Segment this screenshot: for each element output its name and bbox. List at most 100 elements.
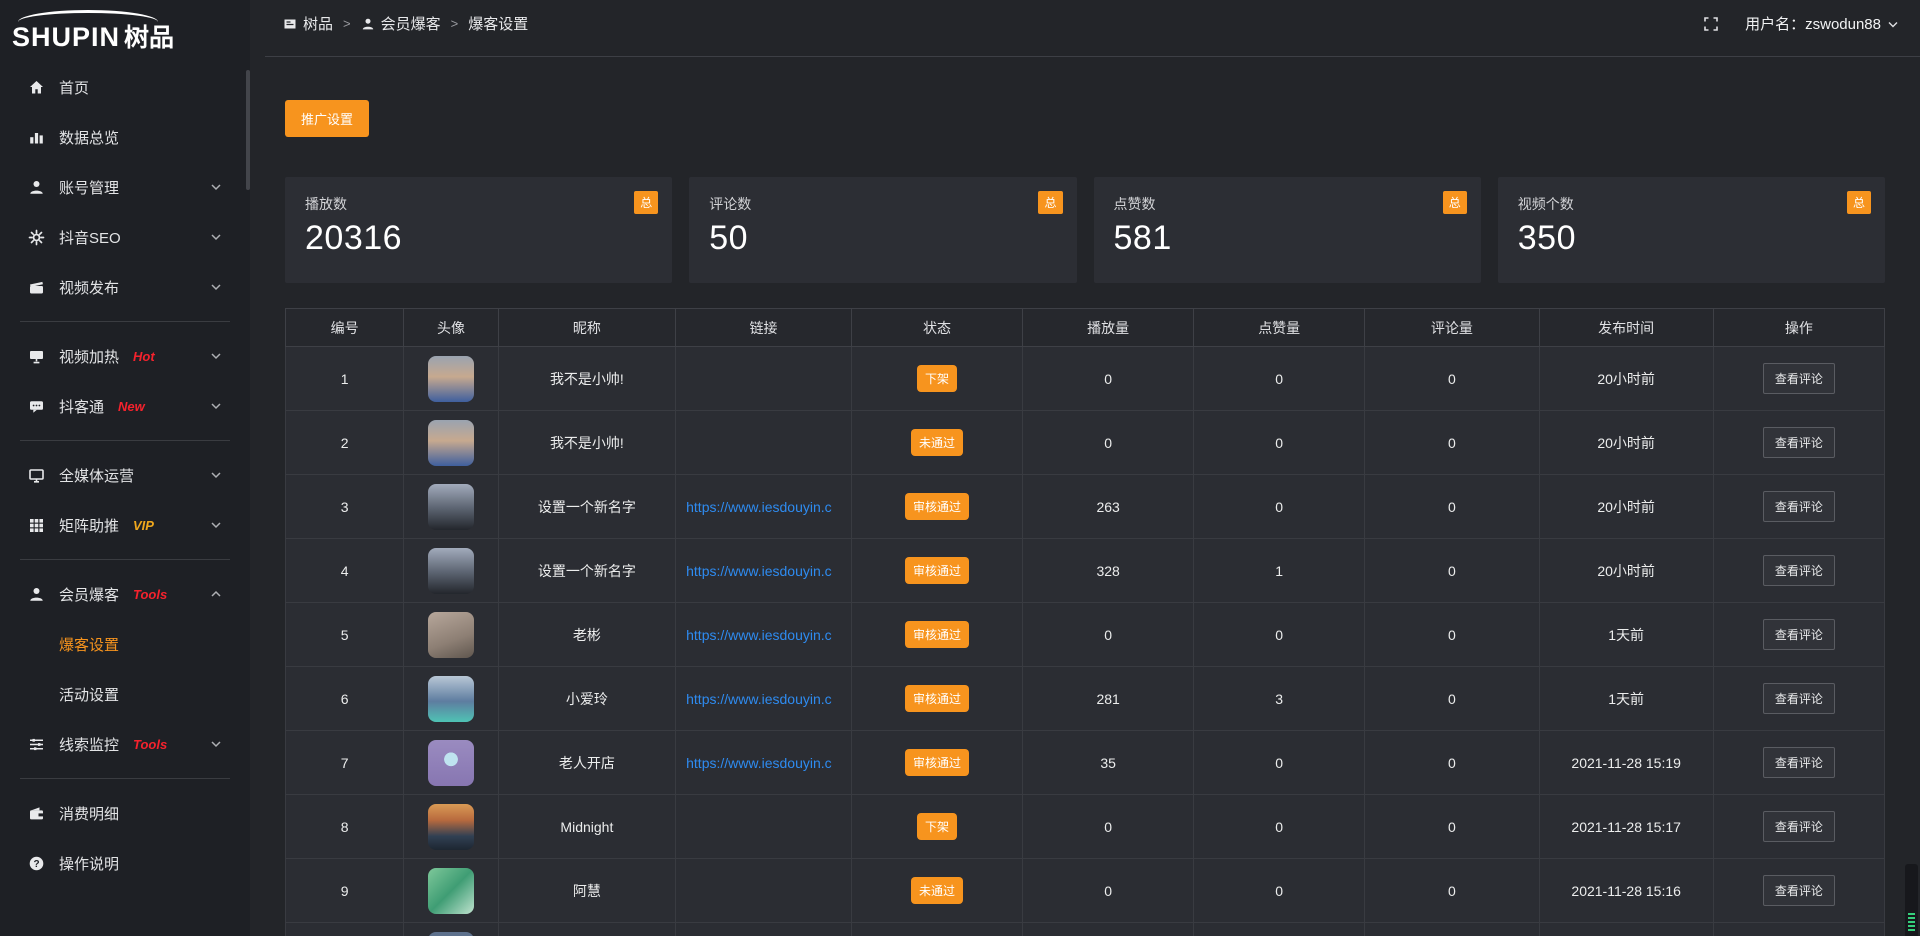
sidebar-item-home[interactable]: 首页 [0,62,250,112]
sidebar-item-label: 视频加热 [59,346,119,367]
view-comments-button[interactable]: 查看评论 [1763,363,1835,394]
sidebar-item-member-baoke[interactable]: 会员爆客 Tools [0,569,250,619]
cell-action: 查看评论 [1713,347,1884,411]
view-comments-button[interactable]: 查看评论 [1763,555,1835,586]
cell-link: https://www.iesdouyin.c [676,539,852,603]
sidebar-divider [20,321,230,322]
table-row: 4 设置一个新名字 https://www.iesdouyin.c 审核通过 3… [286,539,1885,603]
breadcrumb-root[interactable]: 树品 [283,13,333,34]
home-icon [28,79,45,96]
cell-avatar [404,795,498,859]
chevron-down-icon [210,521,222,529]
sidebar-scrollbar[interactable] [246,70,250,190]
cell-time: 20小时前 [1539,347,1713,411]
page-scrollbar-widget[interactable] [1905,864,1918,936]
stat-card-videos: 视频个数 350 总 [1498,177,1885,283]
sidebar-subitem-baoke-settings[interactable]: 爆客设置 [0,619,250,669]
sidebar-item-data-overview[interactable]: 数据总览 [0,112,250,162]
breadcrumb-section[interactable]: 会员爆客 [361,13,441,34]
stat-cards: 播放数 20316 总 评论数 50 总 点赞数 581 总 视频个数 350 … [285,177,1885,283]
cell-plays: 0 [1023,347,1194,411]
view-comments-button[interactable]: 查看评论 [1763,811,1835,842]
sidebar-item-instructions[interactable]: ? 操作说明 [0,838,250,888]
cell-link [676,859,852,923]
cell-status: 审核通过 [852,475,1023,539]
status-badge: 未通过 [911,877,963,904]
app-logo[interactable]: SHUPIN树品 [0,0,250,62]
sidebar-subitem-activity-settings[interactable]: 活动设置 [0,669,250,719]
cell-comments: 0 [1365,859,1539,923]
cell-likes: 0 [1194,603,1365,667]
status-badge: 审核通过 [905,493,969,520]
cell-time: 20小时前 [1539,475,1713,539]
sidebar-item-douketong[interactable]: 抖客通 New [0,381,250,431]
user-menu[interactable]: 用户名：zswodun88 [1745,13,1898,34]
view-comments-button[interactable]: 查看评论 [1763,427,1835,458]
cell-likes: 0 [1194,859,1365,923]
sidebar-item-video-publish[interactable]: 视频发布 [0,262,250,312]
monitor-icon [28,467,45,484]
table-row: 9 阿慧 未通过 0 0 0 2021-11-28 15:16 查看评论 [286,859,1885,923]
cell-comments: 0 [1365,731,1539,795]
video-link[interactable]: https://www.iesdouyin.c [686,563,832,579]
videos-table: 编号 头像 昵称 链接 状态 播放量 点赞量 评论量 发布时间 操作 1 我不是… [285,308,1885,936]
sidebar-item-account-mgmt[interactable]: 账号管理 [0,162,250,212]
topbar-right: 用户名：zswodun88 [1703,0,1898,47]
cell-status: 未通过 [852,411,1023,475]
col-header-action: 操作 [1713,309,1884,347]
avatar [428,548,474,594]
logo-arc [18,10,158,22]
stat-label: 点赞数 [1114,194,1461,214]
chevron-down-icon [210,233,222,241]
view-comments-button[interactable]: 查看评论 [1763,875,1835,906]
video-link[interactable]: https://www.iesdouyin.c [686,627,832,643]
cell-likes: 0 [1194,347,1365,411]
video-link[interactable]: https://www.iesdouyin.c [686,499,832,515]
stat-card-plays: 播放数 20316 总 [285,177,672,283]
cell-link: https://www.iesdouyin.c [676,603,852,667]
stat-value: 350 [1518,219,1865,258]
cell-likes: 0 [1194,795,1365,859]
view-comments-button[interactable]: 查看评论 [1763,683,1835,714]
sidebar-item-matrix-boost[interactable]: 矩阵助推 VIP [0,500,250,550]
cell-likes: 1 [1194,539,1365,603]
sidebar-item-video-heat[interactable]: 视频加热 Hot [0,331,250,381]
fullscreen-icon[interactable] [1703,16,1719,32]
view-comments-button[interactable]: 查看评论 [1763,619,1835,650]
sidebar-item-consumption-detail[interactable]: 消费明细 [0,788,250,838]
sidebar-item-omnimedia[interactable]: 全媒体运营 [0,450,250,500]
breadcrumb: 树品 > 会员爆客 > 爆客设置 [283,0,528,47]
promo-settings-button[interactable]: 推广设置 [285,100,369,137]
avatar [428,676,474,722]
chevron-down-icon [210,471,222,479]
total-badge: 总 [634,191,658,214]
video-link[interactable]: https://www.iesdouyin.c [686,755,832,771]
video-link[interactable]: https://www.iesdouyin.c [686,691,832,707]
cell-time: 1天前 [1539,667,1713,731]
col-header-likes: 点赞量 [1194,309,1365,347]
avatar [428,420,474,466]
cell-action: 查看评论 [1713,411,1884,475]
chevron-down-icon [210,183,222,191]
cell-avatar [404,731,498,795]
status-badge: 下架 [917,365,957,392]
main-content: 推广设置 播放数 20316 总 评论数 50 总 点赞数 581 总 视频个数… [285,57,1885,936]
table-row-partial [286,923,1885,936]
monitor-icon [283,17,297,31]
avatar [428,356,474,402]
cell-action: 查看评论 [1713,731,1884,795]
cell-time: 2021-11-28 15:19 [1539,731,1713,795]
vip-badge: VIP [133,518,154,533]
sidebar-item-clue-monitor[interactable]: 线索监控 Tools [0,719,250,769]
sidebar-item-douyin-seo[interactable]: 抖音SEO [0,212,250,262]
cell-id: 4 [286,539,404,603]
cell-comments: 0 [1365,347,1539,411]
cell-comments: 0 [1365,795,1539,859]
breadcrumb-page-label: 爆客设置 [468,13,528,34]
view-comments-button[interactable]: 查看评论 [1763,747,1835,778]
wallet-icon [28,805,45,822]
view-comments-button[interactable]: 查看评论 [1763,491,1835,522]
cell-nickname: 阿慧 [498,859,675,923]
breadcrumb-root-label: 树品 [303,13,333,34]
cell-status: 审核通过 [852,667,1023,731]
